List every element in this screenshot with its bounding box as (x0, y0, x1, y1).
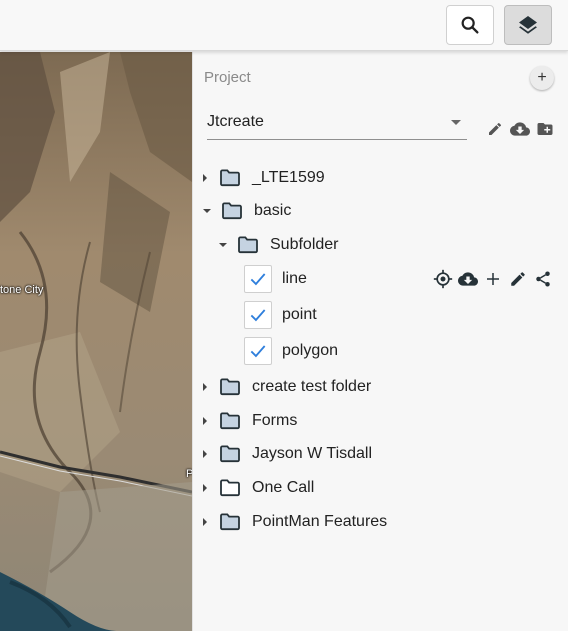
satellite-imagery (0, 52, 192, 631)
new-folder-button[interactable] (535, 119, 555, 139)
my-location-icon (433, 269, 453, 289)
expand-arrow-icon[interactable] (203, 383, 207, 391)
tree-folder-label: Forms (252, 412, 298, 429)
panel-title: Project (204, 69, 251, 86)
edit-icon (489, 123, 501, 135)
tree-folder-label: create test folder (252, 378, 372, 395)
tree-layer-line[interactable]: line (244, 264, 307, 294)
plus-icon (487, 273, 499, 285)
collapse-arrow-icon[interactable] (203, 209, 211, 213)
search-button[interactable] (446, 5, 494, 45)
tree-folder-label: basic (254, 202, 292, 219)
layer-label: point (282, 306, 317, 323)
tree-folder-label: Jayson W Tisdall (252, 445, 373, 462)
folder-icon (222, 202, 242, 220)
cloud-download-icon (458, 272, 478, 286)
folder-icon (220, 445, 240, 463)
project-actions (485, 119, 555, 139)
layers-panel: Project + Jtcreate _LTE1599 basic Subfol… (192, 52, 568, 631)
folder-outline-icon (220, 479, 240, 497)
locate-layer-button[interactable] (433, 269, 453, 289)
plus-icon: + (537, 69, 547, 86)
tree-layer-point[interactable]: point (244, 300, 317, 330)
tree-folder-one-call[interactable]: One Call (203, 473, 314, 503)
tree-folder-label: _LTE1599 (252, 169, 325, 186)
layers-icon (519, 16, 537, 34)
check-icon (250, 309, 266, 322)
tree-folder-create-test-folder[interactable]: create test folder (203, 372, 371, 402)
tree-folder-label: PointMan Features (252, 513, 388, 530)
folder-icon (220, 412, 240, 430)
edit-project-button[interactable] (485, 119, 505, 139)
layer-label: polygon (282, 342, 339, 359)
tree-layer-polygon[interactable]: polygon (244, 336, 338, 366)
layer-label: line (282, 270, 307, 287)
download-project-button[interactable] (510, 119, 530, 139)
map-city-label: tone City (0, 284, 44, 296)
tree-folder-label: One Call (252, 479, 315, 496)
tree-folder-label: Subfolder (270, 236, 339, 253)
edit-icon (511, 272, 525, 286)
check-icon (250, 345, 266, 358)
expand-arrow-icon[interactable] (203, 484, 207, 492)
layer-checkbox[interactable] (244, 337, 272, 365)
folder-icon (238, 236, 258, 254)
layer-actions (433, 269, 553, 289)
download-layer-button[interactable] (458, 269, 478, 289)
tree-folder-pointman-features[interactable]: PointMan Features (203, 507, 387, 537)
expand-arrow-icon[interactable] (203, 518, 207, 526)
share-layer-button[interactable] (533, 269, 553, 289)
collapse-arrow-icon[interactable] (219, 243, 227, 247)
share-icon (536, 271, 550, 287)
tree-folder-lte1599[interactable]: _LTE1599 (203, 163, 325, 193)
edit-layer-button[interactable] (508, 269, 528, 289)
tree-folder-basic[interactable]: basic (203, 196, 291, 226)
create-new-folder-icon (537, 123, 553, 135)
search-icon (461, 16, 479, 34)
project-select-value: Jtcreate (207, 113, 264, 130)
top-toolbar (0, 0, 568, 51)
add-feature-button[interactable] (483, 269, 503, 289)
chevron-down-icon (451, 120, 461, 125)
folder-icon (220, 169, 240, 187)
check-icon (250, 273, 266, 286)
map-view[interactable]: tone City P (0, 52, 192, 631)
expand-arrow-icon[interactable] (203, 174, 207, 182)
layers-button[interactable] (504, 5, 552, 45)
project-select[interactable]: Jtcreate (207, 106, 467, 140)
cloud-download-icon (510, 122, 530, 136)
folder-icon (220, 378, 240, 396)
folder-icon (220, 513, 240, 531)
tree-folder-subfolder[interactable]: Subfolder (219, 230, 339, 260)
layer-checkbox[interactable] (244, 265, 272, 293)
expand-arrow-icon[interactable] (203, 417, 207, 425)
layer-checkbox[interactable] (244, 301, 272, 329)
tree-folder-forms[interactable]: Forms (203, 406, 297, 436)
tree-folder-jayson-w-tisdall[interactable]: Jayson W Tisdall (203, 439, 372, 469)
add-project-button[interactable]: + (530, 66, 554, 90)
expand-arrow-icon[interactable] (203, 450, 207, 458)
